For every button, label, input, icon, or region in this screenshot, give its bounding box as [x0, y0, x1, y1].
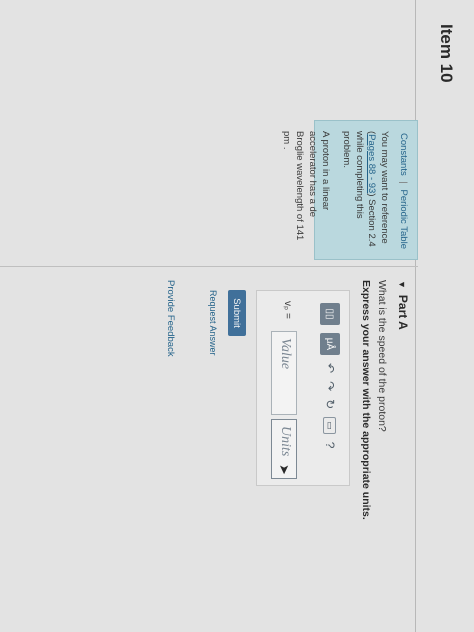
templates-button[interactable]: ▯▯: [320, 303, 340, 325]
constants-link[interactable]: Constants: [398, 133, 409, 176]
answer-toolbar: ▯▯ μÅ ↶ ↷ ↻ ▭ ?: [319, 303, 341, 479]
question-text: What is the speed of the proton?: [376, 280, 388, 432]
header-divider: [415, 0, 416, 632]
units-button[interactable]: μÅ: [320, 333, 340, 355]
info-panel: Constants | Periodic Table You may want …: [282, 120, 418, 260]
answer-label: vₚ =: [282, 301, 293, 319]
answer-box: ▯▯ μÅ ↶ ↷ ↻ ▭ ? vₚ = Value Units: [256, 290, 350, 486]
undo-icon[interactable]: ↶: [323, 363, 337, 373]
pages-link[interactable]: Pages 88 - 93: [366, 134, 377, 193]
part-a-header[interactable]: ▼ Part A: [396, 280, 410, 330]
help-icon[interactable]: ?: [323, 442, 337, 449]
info-links: Constants | Periodic Table: [396, 131, 409, 249]
reference-text: You may want to reference (Pages 88 - 93…: [339, 131, 390, 249]
request-answer-link[interactable]: Request Answer: [208, 290, 218, 356]
provide-feedback-link[interactable]: Provide Feedback: [165, 280, 176, 357]
item-title: Item 10: [437, 24, 456, 83]
keyboard-icon[interactable]: ▭: [323, 417, 337, 434]
problem-statement: A proton in a linear accelerator has a d…: [281, 131, 331, 241]
value-input[interactable]: Value: [271, 331, 297, 415]
mouse-cursor-icon: ➤: [277, 464, 292, 475]
submit-button[interactable]: Submit: [228, 290, 246, 336]
collapse-triangle-icon[interactable]: ▼: [397, 280, 407, 289]
part-title: Part A: [396, 294, 410, 330]
redo-icon[interactable]: ↷: [323, 381, 337, 391]
link-separator: |: [398, 181, 409, 184]
rotated-page: Item 10 Constants | Periodic Table You m…: [0, 0, 474, 632]
instruction-text: Express your answer with the appropriate…: [360, 280, 372, 520]
reset-icon[interactable]: ↻: [323, 399, 337, 409]
panel-divider: [0, 266, 418, 267]
periodic-table-link[interactable]: Periodic Table: [398, 189, 409, 249]
